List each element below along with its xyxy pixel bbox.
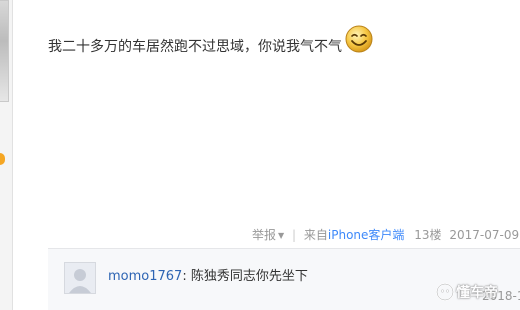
post-datetime: 2017-07-09 22:2 xyxy=(449,228,520,242)
caret-down-icon: ▼ xyxy=(278,231,285,240)
client-source-link[interactable]: iPhone客户端 xyxy=(328,228,405,242)
post-content: 我二十多万的车居然跑不过思域，你说我气不气 xyxy=(48,25,374,56)
watermark-logo-icon xyxy=(436,283,454,301)
reply-avatar[interactable] xyxy=(64,262,96,294)
author-avatar[interactable] xyxy=(0,0,9,102)
source-prefix: 来自 xyxy=(303,228,328,242)
post-text: 我二十多万的车居然跑不过思域，你说我气不气 xyxy=(48,39,342,55)
watermark: 懂车帝 xyxy=(436,282,498,302)
reply-username[interactable]: momo1767 xyxy=(108,269,182,284)
divider: | xyxy=(292,228,297,242)
reply-item: momo1767: 陈独秀同志你先坐下 xyxy=(108,269,308,284)
forum-thread-page: 我二十多万的车居然跑不过思域，你说我气不气 举报 ▼ | 来自iPhone客户端 … xyxy=(0,0,520,310)
left-sidebar xyxy=(0,0,13,310)
watermark-text: 懂车帝 xyxy=(456,285,498,301)
post-meta: 举报▼ | 来自iPhone客户端 13楼 2017-07-09 22:2 xyxy=(252,226,520,243)
reply-text: 陈独秀同志你先坐下 xyxy=(190,269,308,284)
level-badge-icon xyxy=(0,153,5,165)
smiley-face-icon xyxy=(345,25,373,53)
floor-number: 13楼 xyxy=(414,228,442,242)
report-button[interactable]: 举报 ▼ xyxy=(252,228,284,242)
default-user-icon xyxy=(65,263,95,293)
